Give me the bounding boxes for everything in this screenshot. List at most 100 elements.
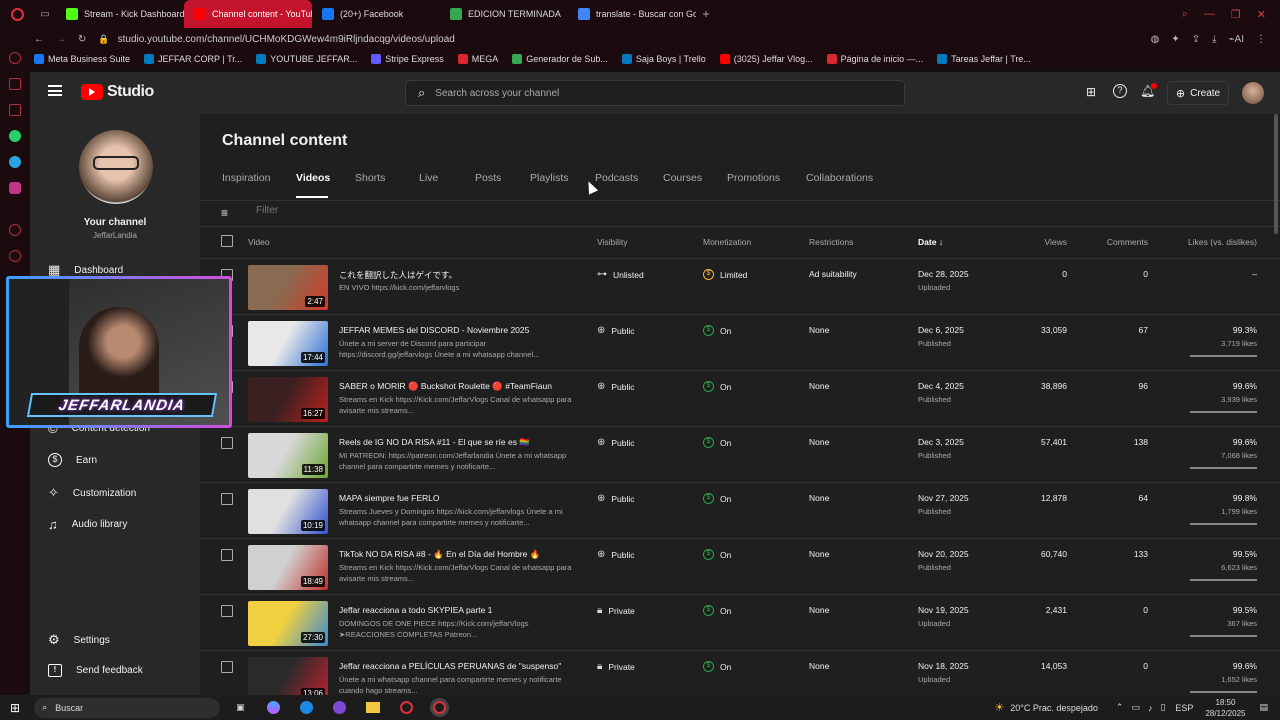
scrollbar[interactable] xyxy=(1274,114,1278,234)
tab-promotions[interactable]: Promotions xyxy=(727,172,780,184)
bookmark-item[interactable]: Generador de Sub... xyxy=(512,54,608,64)
table-row[interactable]: 2:47 これを翻訳した人はゲイです。 EN VIVO https://kick… xyxy=(200,258,1280,314)
battery-icon[interactable]: ▯ xyxy=(1160,702,1165,713)
share-icon[interactable]: ⇪ xyxy=(1192,34,1200,45)
video-title[interactable]: TikTok NO DA RISA #8 - 🔥 En el Día del H… xyxy=(339,549,574,560)
video-thumbnail[interactable]: 11:38 xyxy=(248,433,328,478)
vpn-icon[interactable]: ◍ xyxy=(1151,34,1160,45)
hamburger-menu-icon[interactable] xyxy=(48,85,62,96)
filter-icon[interactable]: ≡ xyxy=(221,207,233,219)
tab-posts[interactable]: Posts xyxy=(475,172,501,184)
workspace-icon[interactable]: ▭ xyxy=(34,9,56,20)
url-field[interactable]: studio.youtube.com/channel/UCHMoKDGWew4m… xyxy=(118,34,455,45)
forward-icon[interactable]: → xyxy=(56,34,66,45)
bookmark-item[interactable]: Meta Business Suite xyxy=(34,54,130,64)
notifications-icon[interactable]: 🔔︎ xyxy=(1140,83,1158,98)
bookmark-item[interactable]: Tareas Jeffar | Tre... xyxy=(937,54,1031,64)
column-header-date[interactable]: Date ↓ xyxy=(918,237,943,247)
video-title[interactable]: Jeffar reacciona a PELÍCULAS PERUANAS de… xyxy=(339,661,574,671)
bookmark-item[interactable]: Página de inicio —... xyxy=(826,54,923,64)
extensions-icon[interactable]: ✦ xyxy=(1171,34,1179,45)
row-checkbox[interactable] xyxy=(221,549,233,561)
volume-icon[interactable]: ♪ xyxy=(1148,703,1153,713)
studio-logo[interactable]: Studio xyxy=(81,83,154,101)
reload-icon[interactable]: ↻ xyxy=(78,34,86,45)
bookmark-item[interactable]: Stripe Express xyxy=(371,54,444,64)
bookmark-item[interactable]: Saja Boys | Trello xyxy=(621,54,706,64)
row-checkbox[interactable] xyxy=(221,605,233,617)
help-icon[interactable]: ? xyxy=(1113,84,1127,98)
visibility-cell[interactable]: 🔒︎ Private xyxy=(597,661,635,672)
new-tab-icon[interactable]: + xyxy=(696,7,716,21)
your-channel-label[interactable]: Your channel xyxy=(30,217,200,228)
monetization-cell[interactable]: $ On xyxy=(703,325,731,336)
restrictions-cell[interactable]: None xyxy=(809,381,829,391)
create-subtitles-icon[interactable]: ⊞ xyxy=(1086,85,1096,99)
tab-collaborations[interactable]: Collaborations xyxy=(806,172,873,184)
close-window-icon[interactable]: ✕ xyxy=(1257,8,1266,21)
video-title[interactable]: JEFFAR MEMES del DISCORD - Noviembre 202… xyxy=(339,325,574,335)
row-checkbox[interactable] xyxy=(221,661,233,673)
minimize-icon[interactable]: — xyxy=(1204,8,1215,21)
visibility-cell[interactable]: ⊕ Public xyxy=(597,381,635,392)
monetization-cell[interactable]: $ On xyxy=(703,549,731,560)
tab-podcasts[interactable]: Podcasts xyxy=(595,172,638,184)
table-row[interactable]: 11:38 Reels de IG NO DA RISA #11 - El qu… xyxy=(200,426,1280,482)
row-checkbox[interactable] xyxy=(221,437,233,449)
monetization-cell[interactable]: $ Limited xyxy=(703,269,747,280)
bookmark-item[interactable]: YOUTUBE JEFFAR... xyxy=(256,54,357,64)
tab-inspiration[interactable]: Inspiration xyxy=(222,172,270,184)
download-icon[interactable]: ⤓ xyxy=(1212,34,1216,45)
visibility-cell[interactable]: ⊕ Public xyxy=(597,437,635,448)
row-checkbox[interactable] xyxy=(221,493,233,505)
copilot-icon[interactable] xyxy=(266,701,280,714)
filter-input[interactable]: Filter xyxy=(256,205,278,216)
video-thumbnail[interactable]: 27:30 xyxy=(248,601,328,646)
opera-taskbar-icon[interactable] xyxy=(399,701,413,714)
back-icon[interactable]: ← xyxy=(34,34,44,45)
browser-tab[interactable]: translate - Buscar con Goo xyxy=(568,0,696,28)
table-row[interactable]: 18:49 TikTok NO DA RISA #8 - 🔥 En el Día… xyxy=(200,538,1280,594)
monetization-cell[interactable]: $ On xyxy=(703,437,731,448)
table-row[interactable]: 10:19 MAPA siempre fue FERLO Streams Jue… xyxy=(200,482,1280,538)
table-row[interactable]: 17:44 JEFFAR MEMES del DISCORD - Noviemb… xyxy=(200,314,1280,370)
menu-icon[interactable]: ⋮ xyxy=(1256,34,1266,45)
clock[interactable]: 18:50 28/12/2025 xyxy=(1205,697,1245,719)
bookmark-item[interactable]: (3025) Jeffar Vlog... xyxy=(719,54,813,64)
telegram-icon[interactable] xyxy=(9,156,21,168)
maximize-icon[interactable]: ❐ xyxy=(1231,8,1241,21)
language-indicator[interactable]: ESP xyxy=(1175,703,1193,713)
messenger-icon[interactable] xyxy=(332,701,346,714)
restrictions-cell[interactable]: None xyxy=(809,605,829,615)
select-all-checkbox[interactable] xyxy=(221,235,233,247)
restrictions-cell[interactable]: None xyxy=(809,661,829,671)
windows-start-icon[interactable]: ⊞ xyxy=(10,701,20,715)
weather-text[interactable]: 20°C Prac. despejado xyxy=(1010,703,1098,713)
task-view-icon[interactable]: ▣ xyxy=(236,702,245,713)
video-title[interactable]: SABER o MORIR 🔴 Buckshot Roulette 🔴 #Tea… xyxy=(339,381,574,392)
opera-gx-icon[interactable] xyxy=(432,701,446,714)
tab-playlists[interactable]: Playlists xyxy=(530,172,569,184)
whatsapp-icon[interactable] xyxy=(9,130,21,142)
restrictions-cell[interactable]: Ad suitability xyxy=(809,269,857,279)
mail-icon[interactable] xyxy=(9,104,21,116)
player-icon[interactable] xyxy=(9,224,21,236)
history-icon[interactable] xyxy=(9,250,21,262)
create-button[interactable]: ⊕ Create xyxy=(1167,81,1229,105)
browser-tab[interactable]: (20+) Facebook xyxy=(312,0,440,28)
video-title[interactable]: Reels de IG NO DA RISA #11 - El que se r… xyxy=(339,437,574,448)
channel-search-input[interactable]: ⌕ Search across your channel xyxy=(405,80,905,106)
video-thumbnail[interactable]: 10:19 xyxy=(248,489,328,534)
instagram-icon[interactable] xyxy=(9,182,21,194)
browser-tab[interactable]: EDICION TERMINADA xyxy=(440,0,568,28)
tab-live[interactable]: Live xyxy=(419,172,438,184)
opera-logo-icon[interactable] xyxy=(0,0,34,28)
sidebar-item-send-feedback[interactable]: ! Send feedback xyxy=(48,664,143,677)
show-hidden-icons[interactable]: ⌃ xyxy=(1116,702,1124,713)
restrictions-cell[interactable]: None xyxy=(809,493,829,503)
visibility-cell[interactable]: ⊕ Public xyxy=(597,325,635,336)
account-avatar[interactable] xyxy=(1242,82,1264,104)
video-thumbnail[interactable]: 16:27 xyxy=(248,377,328,422)
monetization-cell[interactable]: $ On xyxy=(703,605,731,616)
opera-sidebar-icon[interactable] xyxy=(9,52,21,64)
